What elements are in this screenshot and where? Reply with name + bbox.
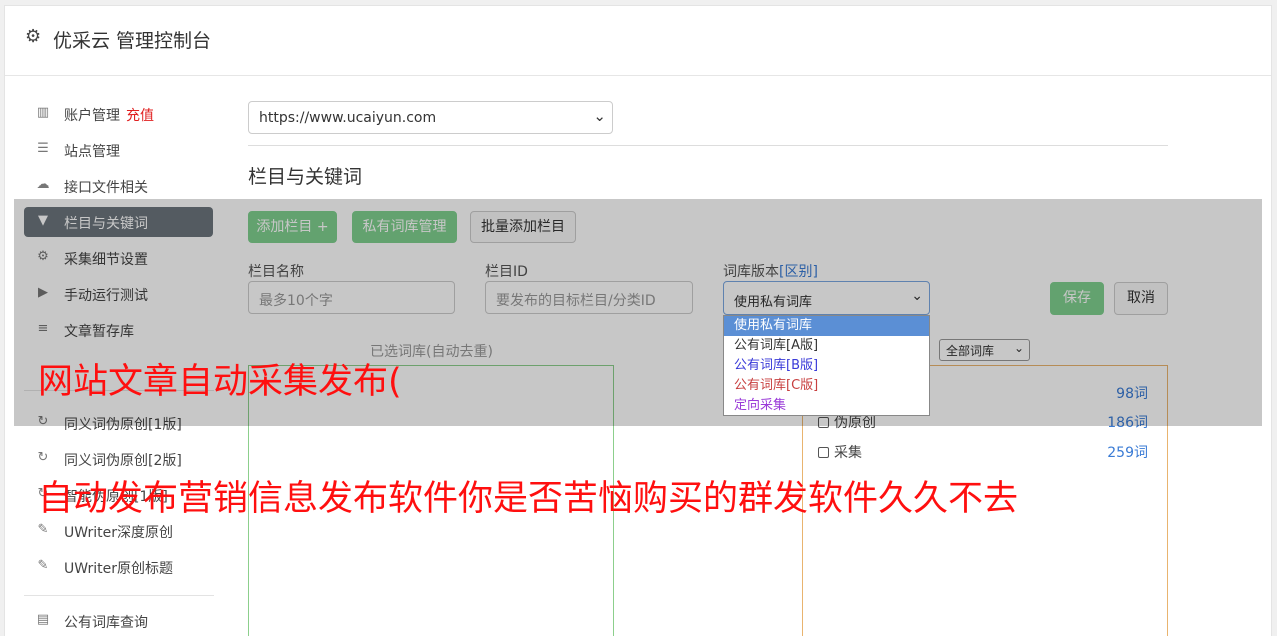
sidebar-divider [24, 595, 214, 596]
section-title: 栏目与关键词 [248, 166, 363, 188]
sidebar-item-label: 公有词库查询 [64, 615, 148, 631]
library-count: 98词 [1116, 386, 1148, 402]
column-id-input[interactable]: 要发布的目标栏目/分类ID [485, 281, 693, 314]
chevron-down-icon: ⌄ [593, 107, 606, 125]
sidebar-item-interface-files[interactable]: ☁ 接口文件相关 [24, 171, 213, 201]
sidebar-item-sites[interactable]: ☰ 站点管理 [24, 135, 213, 165]
lib-version-label: 词库版本[区别] [723, 261, 818, 281]
library-row[interactable]: 采集 259词 [818, 442, 1148, 462]
page-header: ⚙ 优采云 管理控制台 [5, 6, 1271, 76]
sidebar-item-uwriter-title[interactable]: ✎ UWriter原创标题 [24, 552, 213, 582]
refresh-icon: ↻ [37, 414, 49, 429]
save-button[interactable]: 保存 [1050, 282, 1104, 315]
column-id-label: 栏目ID [485, 264, 528, 280]
edit-icon: ✎ [37, 558, 49, 573]
page-title: 优采云 管理控制台 [53, 30, 212, 52]
sidebar-item-label: 手动运行测试 [64, 288, 148, 304]
sidebar-item-label: 同义词伪原创[2版] [64, 453, 182, 469]
library-checkbox[interactable] [818, 447, 829, 458]
sidebar-item-label: UWriter原创标题 [64, 561, 173, 577]
sidebar-item-article-store[interactable]: ≡ 文章暂存库 [24, 315, 213, 345]
lib-option[interactable]: 公有词库[C版] [724, 376, 929, 396]
cancel-button[interactable]: 取消 [1114, 282, 1168, 315]
batch-add-button[interactable]: 批量添加栏目 [470, 211, 576, 243]
site-select-value: https://www.ucaiyun.com [259, 110, 437, 126]
library-label: 采集 [834, 445, 862, 461]
lib-diff-link[interactable]: [区别] [779, 264, 818, 280]
lib-option[interactable]: 使用私有词库 [724, 316, 929, 336]
play-circle-icon: ▶ [38, 285, 48, 300]
library-count: 186词 [1107, 415, 1148, 431]
filter-icon: ▼ [38, 213, 48, 228]
sidebar-item-label: 文章暂存库 [64, 324, 134, 340]
gear-icon: ⚙ [25, 26, 42, 47]
cogs-icon: ⚙ [37, 249, 49, 264]
sidebar-item-synonym-v1[interactable]: ↻ 同义词伪原创[1版] [24, 408, 213, 438]
sidebar-item-account[interactable]: ▥ 账户管理 充值 [24, 99, 213, 129]
chevron-down-icon: ⌄ [911, 288, 923, 304]
sidebar-item-public-lib[interactable]: ▤ 公有词库查询 [24, 606, 213, 636]
refresh-icon: ↻ [37, 450, 49, 465]
library-label: 伪原创 [834, 415, 876, 431]
lib-version-value: 使用私有词库 [734, 295, 813, 310]
lib-filter-value: 全部词库 [946, 344, 995, 358]
sidebar-item-columns-keywords[interactable]: ▼ 栏目与关键词 [24, 207, 213, 237]
sidebar-item-manual-run[interactable]: ▶ 手动运行测试 [24, 279, 213, 309]
chevron-down-icon: ⌄ [1013, 341, 1024, 355]
server-icon: ☰ [37, 141, 49, 156]
divider [248, 145, 1168, 146]
library-count: 259词 [1107, 445, 1148, 461]
cloud-upload-icon: ☁ [36, 177, 50, 192]
sidebar-item-label: 栏目与关键词 [64, 216, 148, 232]
sidebar-item-label: 站点管理 [64, 144, 120, 160]
lib-version-label-text: 词库版本 [723, 264, 779, 280]
lib-filter-select[interactable]: 全部词库 ⌄ [939, 339, 1030, 361]
sidebar-item-label: 接口文件相关 [64, 180, 148, 196]
sidebar-item-label: 采集细节设置 [64, 252, 148, 268]
sidebar-item-label: 同义词伪原创[1版] [64, 417, 182, 433]
bar-chart-icon: ▥ [36, 105, 50, 120]
sidebar-item-collect-settings[interactable]: ⚙ 采集细节设置 [24, 243, 213, 273]
lib-version-select[interactable]: 使用私有词库 ⌄ [723, 281, 930, 315]
lib-option[interactable]: 定向采集 [724, 396, 929, 416]
sidebar-item-label: UWriter深度原创 [64, 525, 173, 541]
sidebar-item-label: 账户管理 [64, 108, 120, 124]
column-name-label: 栏目名称 [248, 264, 304, 280]
add-column-button[interactable]: 添加栏目 + [248, 211, 337, 243]
overlay-caption-2: 自动发布营销信息发布软件你是否苦恼购买的群发软件久久不去 [38, 479, 1019, 519]
recharge-link[interactable]: 充值 [126, 108, 154, 124]
lib-option[interactable]: 公有词库[B版] [724, 356, 929, 376]
database-icon: ≡ [37, 321, 49, 336]
lib-option[interactable]: 公有词库[A版] [724, 336, 929, 356]
edit-icon: ✎ [37, 522, 49, 537]
book-icon: ▤ [36, 612, 50, 627]
library-checkbox[interactable] [818, 417, 829, 428]
private-lib-button[interactable]: 私有词库管理 [352, 211, 457, 243]
lib-version-dropdown[interactable]: 使用私有词库 公有词库[A版] 公有词库[B版] 公有词库[C版] 定向采集 [723, 315, 930, 416]
overlay-caption-1: 网站文章自动采集发布( [38, 362, 402, 402]
site-select[interactable]: https://www.ucaiyun.com ⌄ [248, 101, 613, 134]
column-name-input[interactable]: 最多10个字 [248, 281, 455, 314]
